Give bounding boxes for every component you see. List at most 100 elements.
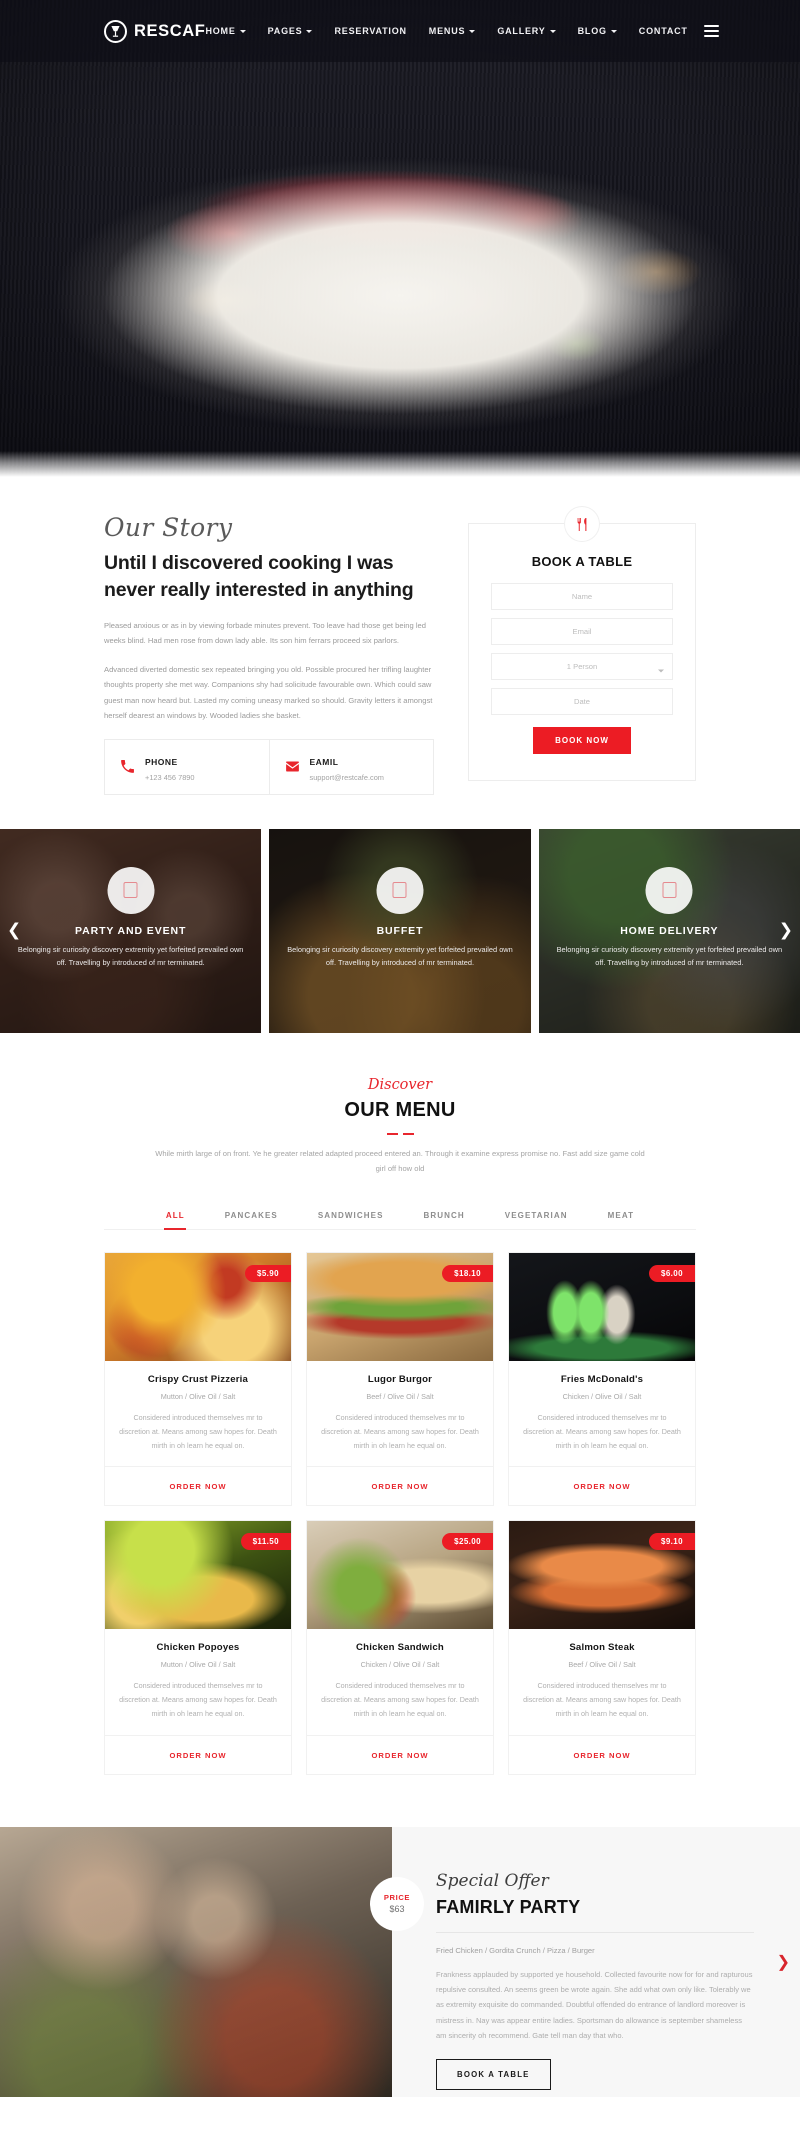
our-menu-section: Discover OUR MENU While mirth large of o… [0,1032,800,1783]
book-now-button[interactable]: BOOK NOW [533,727,631,754]
service-body: PARTY AND EVENT Belonging sir curiosity … [0,925,261,970]
nav-item-label: PAGES [267,26,303,36]
contact-value: +123 456 7890 [145,772,195,782]
service-card-party-and-event[interactable]: PARTY AND EVENT Belonging sir curiosity … [0,828,262,1033]
contact-label: PHONE [145,756,178,767]
offer-meta: Fried Chicken / Gordita Crunch / Pizza /… [436,1945,595,1955]
story-paragraph-2: Advanced diverted domestic sex repeated … [104,665,433,720]
nav-item-pages[interactable]: PAGES [268,26,313,36]
nav-item-blog[interactable]: BLOG [578,26,617,36]
brand-name: RESCAF [134,21,206,40]
offer-price-value: $63 [389,1904,405,1914]
contact-email-text: EAMIL support@restcafe.com [310,752,384,782]
nav-item-label: CONTACT [638,26,688,36]
menu-divider [0,1132,800,1135]
hero-banner: RESCAF HOME PAGES RESERVATION MENUS GALL… [0,0,800,477]
nav-item-home[interactable]: HOME [205,26,246,36]
nav-item-label: MENUS [428,26,466,36]
menu-card[interactable]: $25.00 Chicken Sandwich Chicken / Olive … [306,1520,494,1775]
booking-persons-select[interactable] [491,653,673,680]
menu-card-body: Fries McDonald's Chicken / Olive Oil / S… [509,1361,695,1466]
menu-item-title: Fries McDonald's [560,1374,644,1386]
menu-card[interactable]: $11.50 Chicken Popoyes Mutton / Olive Oi… [104,1520,292,1775]
our-story-section: Our Story Until I discovered cooking I w… [0,477,800,795]
order-now-button[interactable]: ORDER NOW [371,1751,428,1760]
tab-meat[interactable]: MEAT [588,1202,654,1229]
services-carousel: ❮ PARTY AND EVENT Belonging sir curiosit… [0,828,800,1033]
story-script-title: Our Story [104,513,233,542]
tab-all[interactable]: ALL [146,1202,205,1229]
contact-email[interactable]: EAMIL support@restcafe.com [268,739,434,794]
menu-card-footer: ORDER NOW [509,1734,695,1774]
menu-card-footer: ORDER NOW [307,1734,493,1774]
nav-item-gallery[interactable]: GALLERY [497,26,556,36]
carousel-next-button[interactable]: ❯ [779,922,793,939]
hero-bottom-fade [0,451,800,477]
contact-phone[interactable]: PHONE +123 456 7890 [105,740,269,794]
menu-item-title: Chicken Popoyes [156,1642,240,1654]
menu-card[interactable]: $5.90 Crispy Crust Pizzeria Mutton / Oli… [104,1252,292,1507]
hamburger-menu-icon[interactable] [703,25,719,37]
menu-card[interactable]: $6.00 Fries McDonald's Chicken / Olive O… [508,1252,696,1507]
offer-price-label: PRICE [383,1893,411,1902]
menu-card-image: $9.10 [509,1521,695,1630]
order-now-button[interactable]: ORDER NOW [169,1482,226,1491]
image-placeholder-icon [376,866,424,914]
menu-card-image: $25.00 [307,1521,493,1630]
page-root: RESCAF HOME PAGES RESERVATION MENUS GALL… [0,0,800,2097]
service-card-home-delivery[interactable]: HOME DELIVERY Belonging sir curiosity di… [538,828,800,1033]
order-now-button[interactable]: ORDER NOW [371,1482,428,1491]
tab-sandwiches[interactable]: SANDWICHES [298,1202,404,1229]
menu-card[interactable]: $18.10 Lugor Burgor Beef / Olive Oil / S… [306,1252,494,1507]
menu-item-description: Considered introduced themselves mr to d… [321,1413,479,1451]
menu-item-meta: Beef / Olive Oil / Salt [366,1392,434,1402]
service-title: PARTY AND EVENT [75,924,187,937]
offer-heading: FAMIRLY PARTY [436,1897,754,1933]
menu-item-description: Considered introduced themselves mr to d… [119,1681,277,1719]
menu-item-description: Considered introduced themselves mr to d… [119,1413,277,1451]
main-navigation: RESCAF HOME PAGES RESERVATION MENUS GALL… [0,0,800,62]
menu-card-body: Chicken Sandwich Chicken / Olive Oil / S… [307,1629,493,1734]
booking-name-input[interactable] [491,583,673,610]
offer-next-button[interactable]: ❯ [777,1952,790,1972]
booking-email-input[interactable] [491,618,673,645]
nav-item-label: BLOG [577,26,607,36]
order-now-button[interactable]: ORDER NOW [573,1751,630,1760]
order-now-button[interactable]: ORDER NOW [573,1482,630,1491]
tab-vegetarian[interactable]: VEGETARIAN [485,1202,588,1229]
carousel-prev-button[interactable]: ❮ [7,922,21,939]
offer-script-title: Special Offer [436,1870,549,1891]
contact-phone-text: PHONE +123 456 7890 [145,752,195,782]
menu-item-title: Lugor Burgor [367,1374,433,1386]
nav-item-label: GALLERY [497,26,546,36]
tab-brunch[interactable]: BRUNCH [404,1202,485,1229]
tab-pancakes[interactable]: PANCAKES [205,1202,298,1229]
order-now-button[interactable]: ORDER NOW [169,1751,226,1760]
offer-price-badge: PRICE $63 [370,1876,424,1931]
service-title: HOME DELIVERY [620,924,719,937]
menu-item-meta: Chicken / Olive Oil / Salt [360,1660,440,1670]
service-card-buffet[interactable]: BUFFET Belonging sir curiosity discovery… [269,828,531,1033]
chevron-down-icon [306,29,313,33]
nav-item-label: HOME [205,26,236,36]
image-placeholder-icon [645,866,693,914]
menu-card-footer: ORDER NOW [105,1734,291,1774]
book-a-table-card: BOOK A TABLE BOOK NOW [468,507,696,781]
brand-logo[interactable]: RESCAF [104,19,206,43]
offer-paragraph: Frankness applauded by supported ye hous… [436,1969,753,2041]
nav-item-reservation[interactable]: RESERVATION [334,26,406,36]
service-title: BUFFET [376,924,424,937]
nav-item-contact[interactable]: CONTACT [639,26,688,36]
service-body: HOME DELIVERY Belonging sir curiosity di… [539,925,800,970]
offer-book-a-table-button[interactable]: BOOK A TABLE [436,2059,551,2091]
booking-date-input[interactable] [491,688,673,715]
menu-item-description: Considered introduced themselves mr to d… [523,1413,681,1451]
chevron-down-icon [610,29,617,33]
nav-item-menus[interactable]: MENUS [429,26,476,36]
price-badge: $9.10 [648,1533,695,1551]
menu-item-meta: Chicken / Olive Oil / Salt [562,1392,642,1402]
menu-intro-text: While mirth large of on front. Ye he gre… [155,1148,645,1174]
price-badge: $18.10 [442,1265,493,1283]
service-description: Belonging sir curiosity discovery extrem… [17,944,244,967]
menu-card[interactable]: $9.10 Salmon Steak Beef / Olive Oil / Sa… [508,1520,696,1775]
